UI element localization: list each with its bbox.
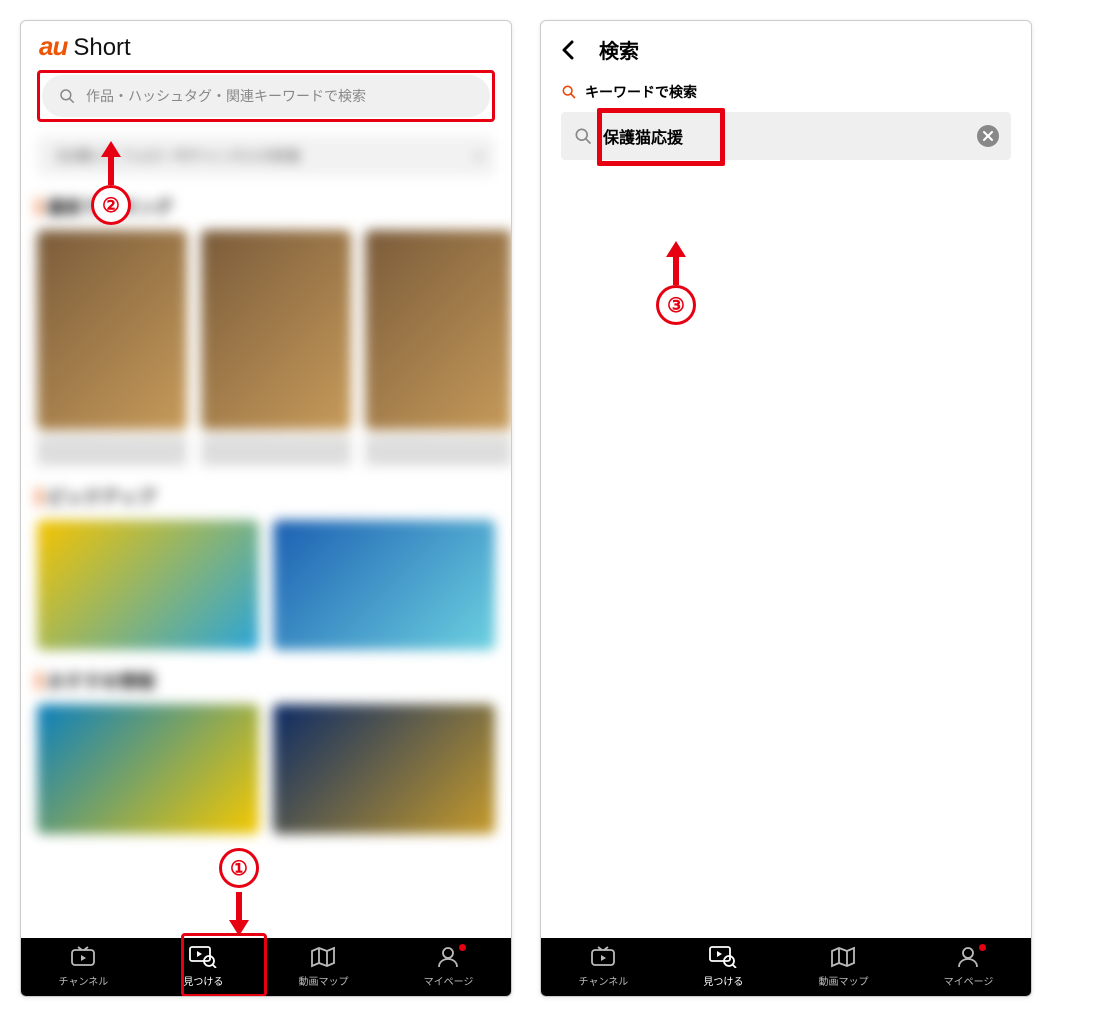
map-icon [830, 946, 856, 968]
mypage-icon [956, 946, 980, 968]
map-icon [310, 946, 336, 968]
discover-icon [709, 946, 737, 968]
search-input[interactable]: 保護猫応援 [561, 112, 1011, 160]
nav-channel[interactable]: チャンネル [579, 946, 629, 988]
nav-map[interactable]: 動画マップ [298, 946, 348, 988]
keyword-search-label-row: キーワードで検索 [541, 74, 1031, 106]
search-icon [58, 87, 76, 105]
arrow-up-icon [101, 141, 121, 185]
phone-right: 検索 キーワードで検索 保護猫応援 ③ チャンネル 見つける 動画マップ [540, 20, 1032, 997]
channel-icon [590, 946, 616, 968]
nav-map-label: 動画マップ [298, 973, 348, 988]
nav-map[interactable]: 動画マップ [818, 946, 868, 988]
nav-channel-label: チャンネル [579, 973, 629, 988]
callout-2-label: ② [91, 185, 131, 225]
search-bar[interactable]: 作品・ハッシュタグ・関連キーワードで検索 [42, 75, 490, 117]
nav-discover-label: 見つける [703, 973, 743, 988]
nav-channel-label: チャンネル [59, 973, 109, 988]
search-bar-highlight: 作品・ハッシュタグ・関連キーワードで検索 [37, 70, 495, 122]
nav-discover[interactable]: 見つける [703, 946, 743, 988]
callout-1-label: ① [219, 848, 259, 888]
discover-icon [189, 946, 217, 968]
bottom-nav: チャンネル 見つける 動画マップ マイページ [21, 938, 511, 996]
search-body-empty [541, 160, 1031, 938]
search-input-value: 保護猫応援 [603, 124, 967, 148]
nav-mypage[interactable]: マイページ [944, 946, 994, 988]
search-header: 検索 [541, 21, 1031, 74]
search-icon [561, 84, 577, 100]
search-placeholder: 作品・ハッシュタグ・関連キーワードで検索 [86, 86, 366, 106]
mypage-icon [436, 946, 460, 968]
nav-channel[interactable]: チャンネル [59, 946, 109, 988]
notification-dot [979, 944, 986, 951]
notification-dot [459, 944, 466, 951]
callout-2: ② [91, 141, 131, 225]
content-blurred: 【お願い】フォロー中チャンネルの新着× 最新ランキング ピックアップ おすすめ情… [21, 126, 511, 938]
keyword-label: キーワードで検索 [585, 82, 697, 102]
nav-mypage[interactable]: マイページ [424, 946, 474, 988]
search-icon [573, 126, 593, 146]
nav-mypage-label: マイページ [424, 973, 474, 988]
nav-discover[interactable]: 見つける [183, 946, 223, 988]
nav-discover-label: 見つける [183, 973, 223, 988]
bottom-nav: チャンネル 見つける 動画マップ マイページ [541, 938, 1031, 996]
channel-icon [70, 946, 96, 968]
au-logo: au [39, 31, 67, 62]
callout-1: ① [219, 848, 259, 936]
back-icon[interactable] [557, 38, 581, 62]
phone-left: au Short 作品・ハッシュタグ・関連キーワードで検索 【お願い】フォロー中… [20, 20, 512, 997]
short-logo: Short [73, 34, 130, 62]
arrow-down-icon [229, 892, 249, 936]
nav-mypage-label: マイページ [944, 973, 994, 988]
app-header: au Short [21, 21, 511, 66]
clear-icon[interactable] [977, 125, 999, 147]
search-title: 検索 [599, 35, 639, 64]
nav-map-label: 動画マップ [818, 973, 868, 988]
